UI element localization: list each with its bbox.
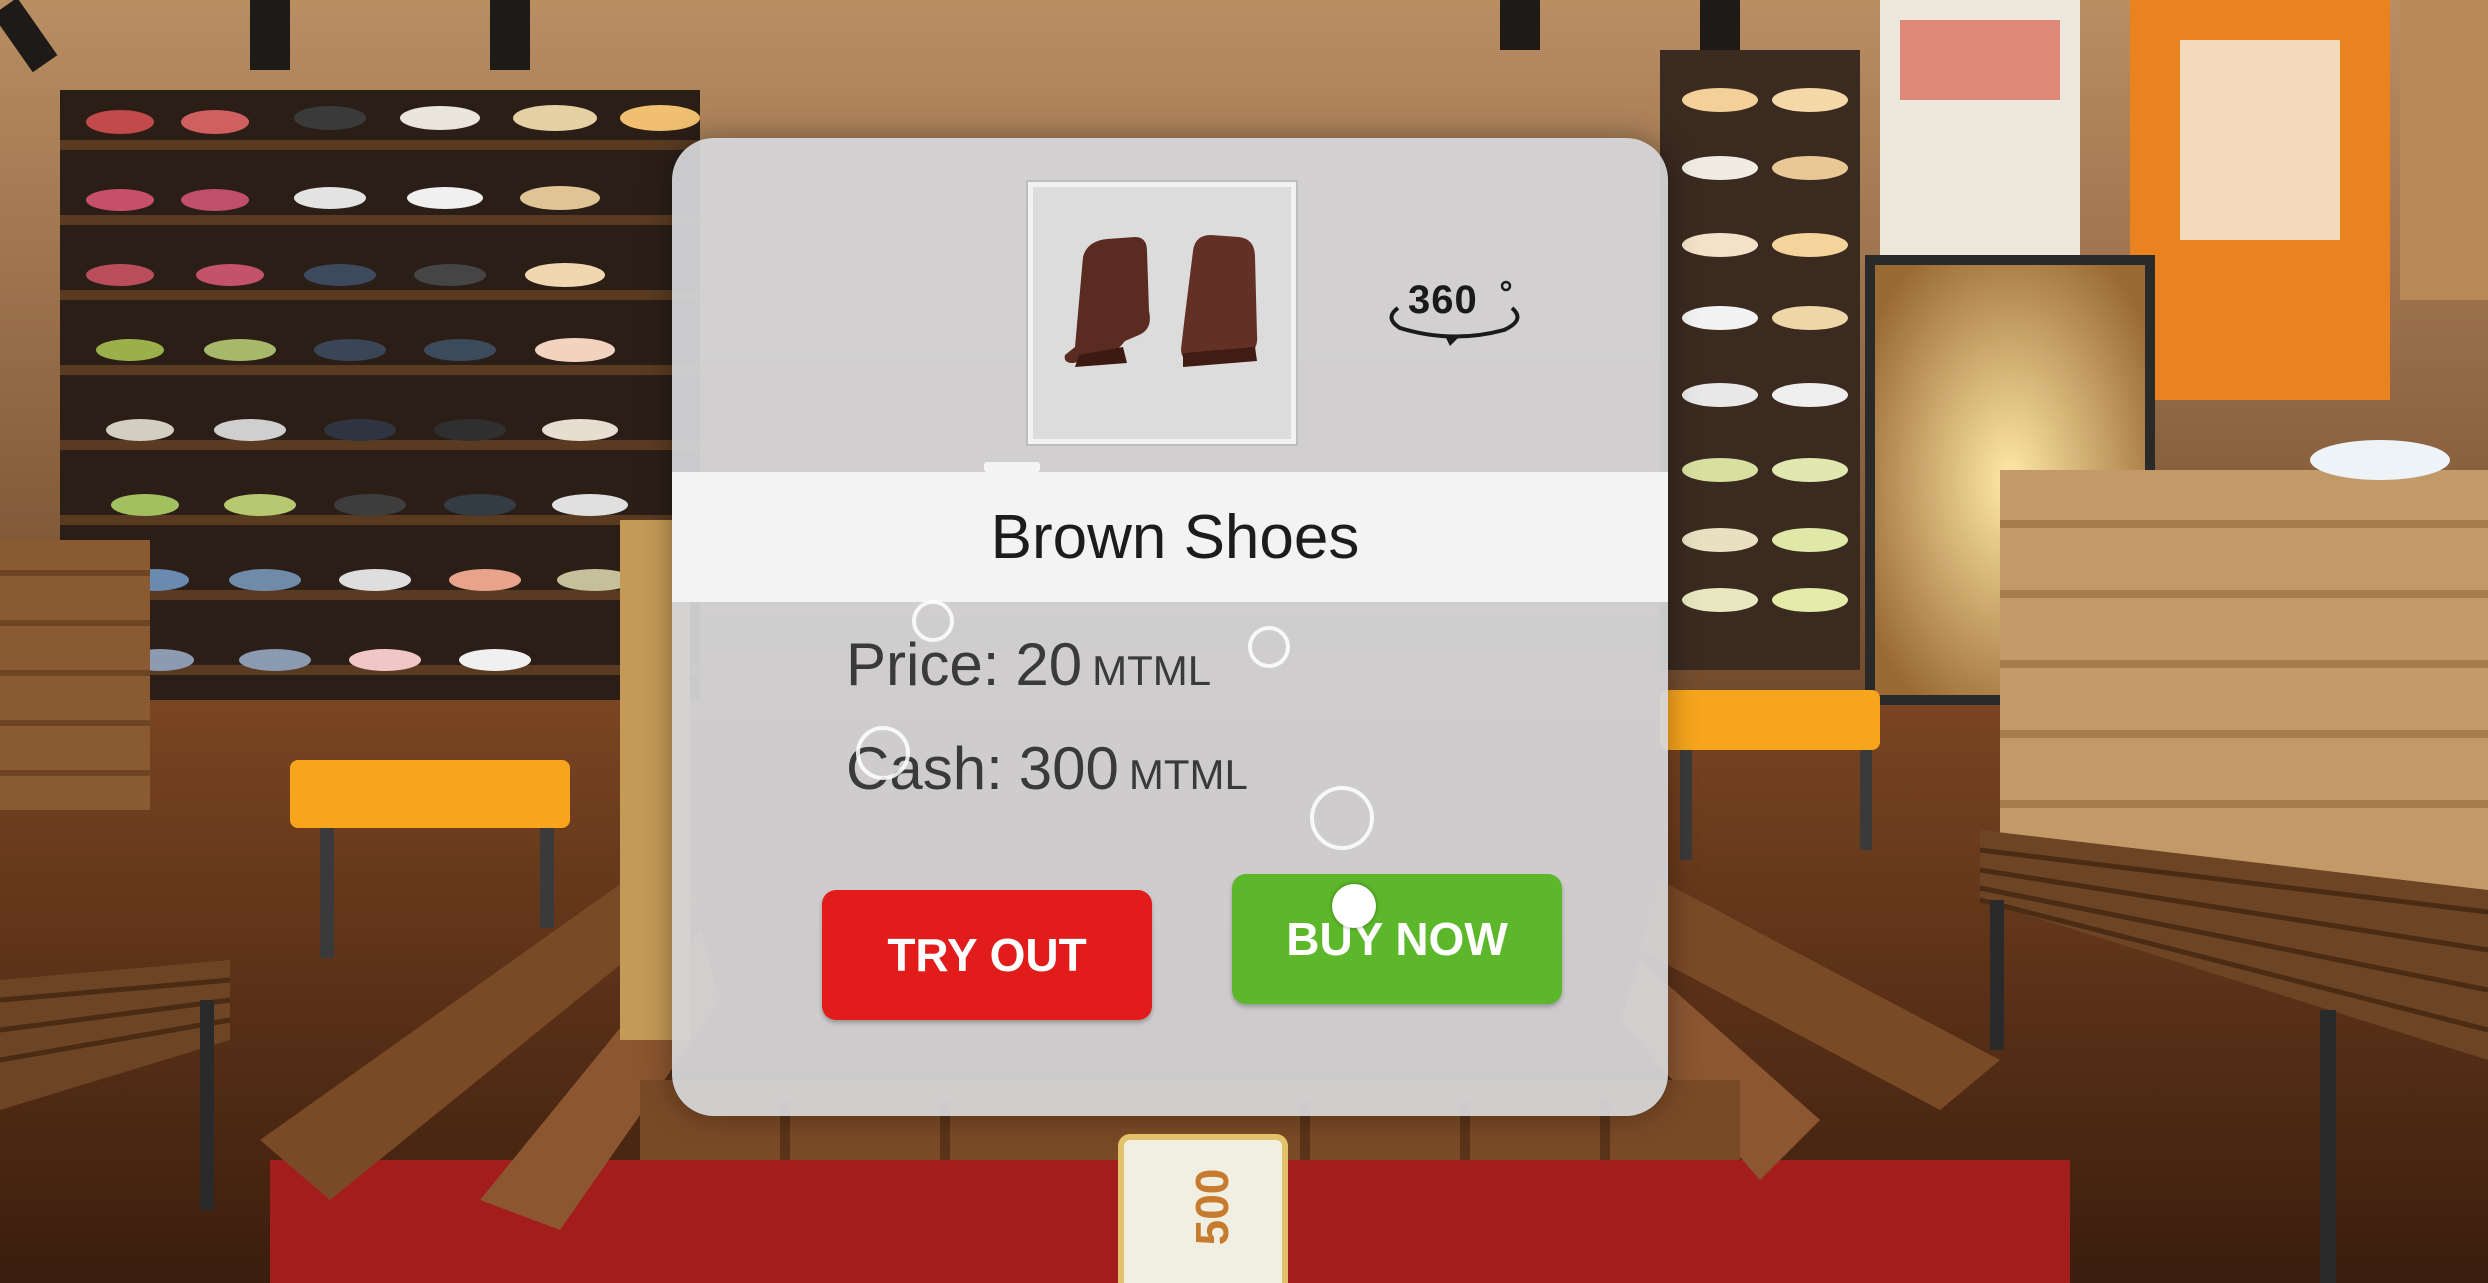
cash-value: 300 bbox=[1018, 735, 1119, 802]
buy-now-button[interactable]: BUY NOW bbox=[1232, 874, 1562, 1004]
product-name-bar: Brown Shoes bbox=[672, 472, 1668, 602]
rotate-360-icon bbox=[1389, 280, 1520, 346]
pointer-ring bbox=[1310, 786, 1374, 850]
vr-shoe-store-scene: 360 Brown Shoes Price: 20 MTML Cash: 300 MTM… bbox=[0, 0, 2488, 1283]
try-out-button[interactable]: TRY OUT bbox=[822, 890, 1152, 1020]
price-tag-text: 500 bbox=[1186, 1168, 1238, 1246]
product-popup-panel: 360 Brown Shoes Price: 20 MTML Cash: 300 MTM… bbox=[672, 138, 1668, 1116]
product-name: Brown Shoes bbox=[990, 502, 1360, 572]
cash-unit: MTML bbox=[1128, 751, 1248, 798]
product-thumbnail[interactable] bbox=[1028, 182, 1296, 444]
price-unit: MTML bbox=[1092, 647, 1212, 694]
brown-boots-icon bbox=[1064, 235, 1258, 367]
table-price-tag: 500 bbox=[1118, 1134, 1288, 1283]
pointer-ring bbox=[912, 600, 954, 642]
carousel-indicator bbox=[984, 462, 1040, 472]
price-value: 20 bbox=[1015, 631, 1083, 698]
price-row: Price: 20 MTML bbox=[846, 630, 1211, 699]
pointer-ring bbox=[1248, 626, 1290, 668]
vr-cursor-dot bbox=[1332, 884, 1376, 928]
price-label: Price: bbox=[846, 631, 1000, 698]
rotate-360-button[interactable]: 360 bbox=[1380, 278, 1530, 348]
pointer-ring bbox=[856, 726, 910, 780]
